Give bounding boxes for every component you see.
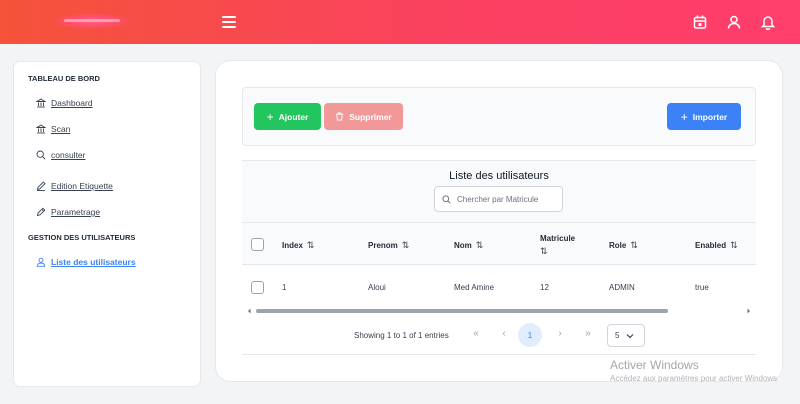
watermark-title: Activer Windows (610, 358, 699, 372)
add-button[interactable]: + Ajouter (254, 103, 321, 130)
column-header-index[interactable]: Index ⇅ (282, 240, 314, 251)
chevron-down-icon (627, 333, 634, 338)
table-row[interactable]: 1 Aloui Med Amine 12 ADMIN true (242, 265, 756, 309)
calendar-button[interactable] (692, 14, 708, 30)
column-header-matricule[interactable]: Matricule ⇅ (540, 234, 575, 257)
menu-icon (222, 16, 236, 18)
sidebar-item-label: Dashboard (51, 98, 93, 108)
cell-enabled: true (695, 283, 709, 292)
paginator: Showing 1 to 1 of 1 entries « ‹ 1 › » 5 (242, 317, 756, 355)
plus-icon: + (266, 109, 274, 124)
notifications-button[interactable] (760, 14, 776, 31)
menu-icon-bar (222, 21, 236, 23)
delete-button[interactable]: Supprimer (324, 103, 403, 130)
column-header-enabled[interactable]: Enabled ⇅ (695, 240, 738, 251)
calendar-icon (693, 15, 707, 29)
watermark-subtitle: Accédez aux paramètres pour activer Wind… (610, 374, 778, 383)
import-button-label: Importer (692, 111, 728, 122)
column-header-nom[interactable]: Nom ⇅ (454, 240, 483, 251)
select-all-checkbox[interactable] (251, 238, 264, 251)
cell-nom: Med Amine (454, 283, 495, 292)
table-caption: Liste des utilisateurs (242, 160, 756, 222)
sidebar-item-parametrage[interactable]: Parametrage (36, 207, 100, 217)
pagination-report: Showing 1 to 1 of 1 entries (354, 331, 449, 340)
column-header-label: Prenom (368, 241, 398, 250)
search-input[interactable] (457, 194, 557, 204)
table-title: Liste des utilisateurs (449, 170, 549, 182)
scroll-right-icon[interactable] (746, 307, 752, 315)
bank-icon (36, 98, 46, 108)
table-header-row: Index ⇅ Prenom ⇅ Nom ⇅ Matricule ⇅ Role … (242, 222, 756, 265)
rows-per-page-dropdown[interactable]: 5 (607, 324, 645, 347)
sidebar-section-title: TABLEAU DE BORD (28, 74, 100, 83)
pencil-icon (36, 181, 46, 191)
first-page-button[interactable]: « (469, 328, 483, 339)
scroll-left-icon[interactable] (246, 307, 252, 315)
column-header-label: Enabled (695, 241, 727, 250)
sidebar-item-label: Liste des utilisateurs (51, 257, 136, 267)
sort-icon[interactable]: ⇅ (730, 240, 738, 251)
sidebar-item-consulter[interactable]: consulter (36, 150, 86, 160)
last-page-button[interactable]: » (581, 328, 595, 339)
search-box[interactable] (434, 186, 563, 212)
sidebar-item-dashboard[interactable]: Dashboard (36, 98, 93, 108)
sidebar-item-label: Edition Etiquette (51, 181, 113, 191)
column-header-label: Matricule (540, 234, 576, 243)
sidebar-item-scan[interactable]: Scan (36, 124, 70, 134)
sidebar-item-edition-etiquette[interactable]: Edition Etiquette (36, 181, 113, 191)
user-icon (727, 15, 741, 29)
import-button[interactable]: + Importer (667, 103, 741, 130)
cell-role: ADMIN (609, 283, 635, 292)
column-header-role[interactable]: Role ⇅ (609, 240, 638, 251)
sort-icon[interactable]: ⇅ (540, 246, 548, 257)
sidebar-item-label: Scan (51, 124, 71, 134)
search-icon (36, 150, 46, 160)
plus-icon: + (680, 109, 688, 124)
windows-activation-watermark: Activer Windows Accédez aux paramètres p… (610, 358, 777, 383)
column-header-prenom[interactable]: Prenom ⇅ (368, 240, 409, 251)
add-button-label: Ajouter (278, 111, 309, 122)
sidebar-item-liste-utilisateurs[interactable]: Liste des utilisateurs (36, 257, 136, 267)
cell-index: 1 (282, 283, 287, 292)
horizontal-scrollbar[interactable] (242, 307, 756, 315)
sort-icon[interactable]: ⇅ (307, 240, 315, 251)
scrollbar-thumb[interactable] (256, 309, 668, 313)
profile-button[interactable] (726, 14, 742, 30)
sort-icon[interactable]: ⇅ (630, 240, 638, 251)
bell-icon (760, 16, 776, 31)
app-logo[interactable] (52, 13, 132, 29)
next-page-button[interactable]: › (553, 328, 567, 339)
search-icon (442, 194, 451, 204)
column-header-label: Nom (454, 241, 472, 250)
main-card: + Ajouter Supprimer + Importer Liste des… (216, 61, 782, 381)
menu-toggle-button[interactable] (222, 16, 236, 28)
edit-icon (36, 207, 46, 217)
column-header-label: Role (609, 241, 627, 250)
user-icon (36, 257, 46, 267)
bank-icon (36, 124, 46, 134)
menu-icon-bar (222, 26, 236, 28)
sidebar: TABLEAU DE BORD Dashboard Scan consulter… (14, 62, 200, 386)
sidebar-item-label: Parametrage (51, 207, 101, 217)
trash-icon (336, 112, 344, 121)
cell-prenom: Aloui (368, 283, 386, 292)
sidebar-item-label: consulter (51, 150, 86, 160)
column-header-label: Index (282, 241, 303, 250)
page-button[interactable]: 1 (518, 323, 542, 347)
sort-icon[interactable]: ⇅ (402, 240, 410, 251)
sidebar-section-title: GESTION DES UTILISATEURS (28, 233, 136, 242)
delete-button-label: Supprimer (349, 111, 392, 122)
cell-matricule: 12 (540, 283, 549, 292)
sort-icon[interactable]: ⇅ (476, 240, 484, 251)
toolbar: + Ajouter Supprimer + Importer (242, 87, 756, 146)
prev-page-button[interactable]: ‹ (497, 328, 511, 339)
row-checkbox[interactable] (251, 281, 264, 294)
top-bar (0, 0, 800, 44)
rows-per-page-value: 5 (615, 331, 620, 340)
